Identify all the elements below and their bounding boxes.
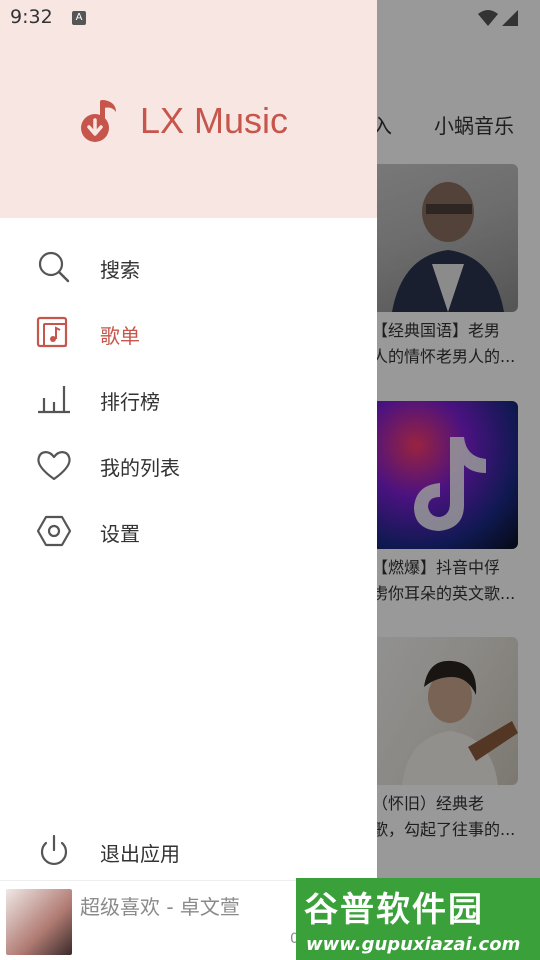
exit-label: 退出应用 [100,842,180,866]
heart-icon [37,451,71,481]
chart-icon [38,386,70,414]
signal-icons [478,10,518,26]
status-bar: 9:32 A [0,0,540,36]
menu-item-playlist[interactable]: 歌单 [0,300,377,366]
power-icon [40,834,68,865]
album-cover[interactable] [6,889,72,955]
menu-label: 歌单 [100,324,140,348]
menu-label: 排行榜 [100,390,160,414]
menu-item-settings[interactable]: 设置 [0,498,377,564]
menu-label: 我的列表 [100,456,180,480]
menu-item-search[interactable]: 搜索 [0,234,377,300]
settings-icon [36,515,72,547]
navigation-drawer: LX Music 搜索 歌单 排行榜 我的列表 设置 退出应用 [0,0,377,880]
menu-item-my-list[interactable]: 我的列表 [0,432,377,498]
notification-a-icon: A [72,11,86,25]
playlist-icon [36,316,68,348]
watermark: 谷普软件园 www.gupuxiazai.com [296,878,540,960]
cell-signal-icon [502,10,518,26]
status-time: 9:32 [10,6,53,28]
search-icon [38,251,70,283]
menu-label: 设置 [100,522,140,546]
music-note-logo-icon [81,100,116,142]
menu-label: 搜索 [100,258,140,282]
watermark-url: www.gupuxiazai.com [306,934,521,955]
watermark-title: 谷普软件园 [304,890,484,930]
menu-item-charts[interactable]: 排行榜 [0,366,377,432]
menu-item-exit[interactable]: 退出应用 [0,818,377,884]
app-name: LX Music [140,100,289,141]
wifi-icon [478,10,498,26]
now-playing-title: 超级喜欢 - 卓文萱 [80,895,240,919]
drawer-menu: 搜索 歌单 排行榜 我的列表 设置 [0,234,377,564]
